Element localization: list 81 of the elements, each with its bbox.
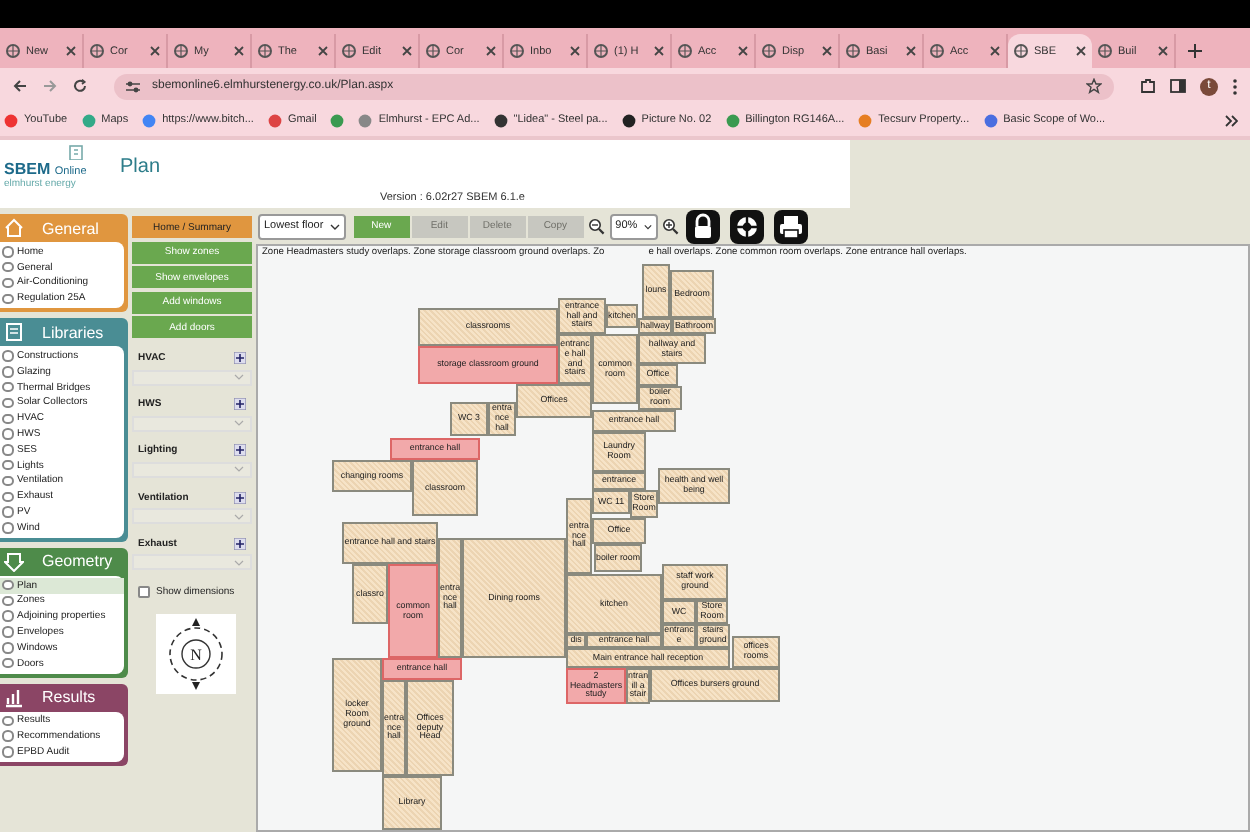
globe-icon — [1014, 44, 1028, 58]
globe-icon — [90, 44, 104, 58]
bookmark[interactable] — [330, 113, 345, 127]
close-icon[interactable] — [1158, 46, 1168, 56]
globe-icon — [594, 44, 608, 58]
globe-icon — [762, 44, 776, 58]
chevron-icon[interactable] — [1224, 113, 1238, 127]
caret-icon — [643, 223, 652, 229]
close-icon[interactable] — [570, 46, 580, 56]
close-icon[interactable] — [486, 46, 496, 56]
globe-icon — [6, 44, 20, 58]
reload-icon[interactable] — [72, 78, 88, 94]
section-icon — [4, 551, 24, 572]
section-title: Results — [42, 688, 96, 707]
close-icon[interactable] — [1076, 46, 1086, 56]
bookmark-icon — [81, 113, 96, 127]
globe-icon — [426, 44, 440, 58]
page-title: Plan — [120, 156, 161, 178]
plus-icon[interactable] — [234, 444, 246, 457]
compass-drawing[interactable]: N — [156, 613, 236, 693]
section-icon — [4, 218, 24, 238]
building-icon — [68, 142, 84, 160]
sidebar-icon[interactable] — [1170, 78, 1186, 94]
globe-icon — [510, 44, 524, 58]
menu-icon[interactable] — [1232, 77, 1238, 95]
bookmark-icon — [493, 113, 508, 127]
close-icon[interactable] — [234, 46, 244, 56]
plus-icon[interactable] — [234, 351, 246, 364]
plus-icon[interactable] — [234, 398, 246, 411]
close-icon[interactable] — [402, 46, 412, 56]
close-icon[interactable] — [822, 46, 832, 56]
globe-icon — [930, 44, 944, 58]
printer-icon[interactable] — [773, 209, 808, 243]
bookmark-icon — [142, 113, 157, 127]
bookmark-icon — [267, 113, 282, 127]
plus-icon[interactable] — [234, 491, 246, 504]
caret-icon — [234, 559, 244, 566]
close-icon[interactable] — [150, 46, 160, 56]
bookmark-icon — [621, 113, 636, 127]
close-icon[interactable] — [318, 46, 328, 56]
section-title: Libraries — [42, 323, 104, 342]
dropdown-field[interactable] — [132, 554, 252, 571]
settings-icon[interactable] — [126, 79, 140, 93]
zoom-out-icon[interactable] — [587, 217, 606, 235]
section-title: Geometry — [42, 552, 113, 571]
target-icon[interactable] — [729, 209, 764, 243]
section-icon — [4, 322, 24, 343]
caret-icon — [234, 374, 244, 381]
globe-icon — [258, 44, 272, 58]
globe-icon — [846, 44, 860, 58]
globe-icon — [1098, 44, 1112, 58]
star-icon[interactable] — [1086, 78, 1102, 94]
close-icon[interactable] — [654, 46, 664, 56]
close-icon[interactable] — [990, 46, 1000, 56]
puzzle-icon[interactable] — [1140, 78, 1156, 94]
dropdown-field[interactable] — [132, 508, 252, 525]
globe-icon — [174, 44, 188, 58]
section-title: General — [42, 219, 99, 237]
globe-icon — [342, 44, 356, 58]
caret-icon — [234, 420, 244, 427]
bookmark-icon — [4, 113, 18, 127]
dropdown-field[interactable] — [132, 415, 252, 432]
bookmark-icon — [725, 113, 740, 127]
bookmark-icon — [858, 113, 873, 127]
close-icon[interactable] — [738, 46, 748, 56]
close-icon[interactable] — [906, 46, 916, 56]
plus-icon[interactable] — [1188, 44, 1202, 58]
globe-icon — [678, 44, 692, 58]
lock-icon[interactable] — [685, 209, 720, 243]
plus-icon[interactable] — [234, 537, 246, 550]
dropdown-field[interactable] — [132, 461, 252, 478]
section-icon — [4, 687, 24, 708]
back-icon[interactable] — [12, 78, 28, 94]
caret-icon — [234, 466, 244, 473]
checkbox[interactable] — [138, 585, 150, 598]
caret-icon — [234, 513, 244, 520]
zoom-in-icon[interactable] — [661, 217, 680, 235]
dropdown-field[interactable] — [132, 369, 252, 386]
bookmark-icon — [983, 113, 998, 127]
caret-icon — [329, 223, 340, 229]
close-icon[interactable] — [66, 46, 76, 56]
